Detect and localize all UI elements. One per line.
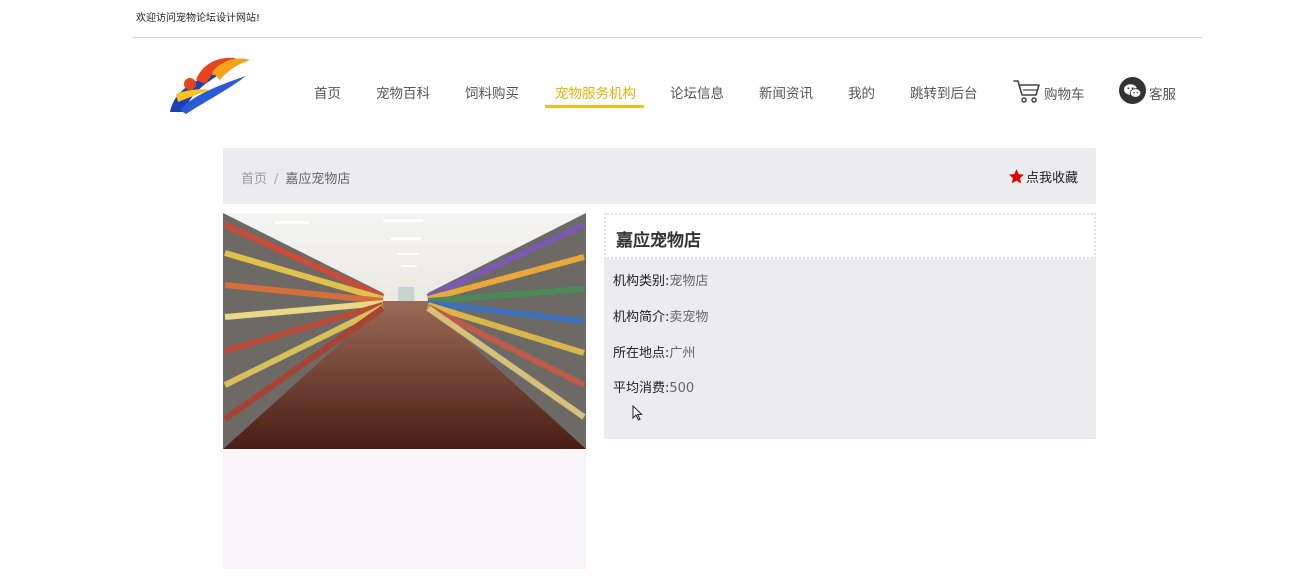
- info-row-intro: 机构简介:卖宠物: [613, 306, 708, 325]
- favorite-button[interactable]: 点我收藏: [1008, 167, 1078, 186]
- info-row-category: 机构类别:宠物店: [613, 270, 708, 289]
- store-info-panel: 机构类别:宠物店 机构简介:卖宠物 所在地点:广州 平均消费:500: [604, 259, 1096, 439]
- info-row-avg-cost: 平均消费:500: [613, 377, 694, 396]
- logo-icon: [170, 57, 250, 114]
- shopping-cart-icon: [1013, 80, 1040, 103]
- breadcrumb-home-link[interactable]: 首页: [241, 172, 267, 187]
- nav-item-pet-encyclopedia[interactable]: 宠物百科: [376, 82, 430, 102]
- nav-item-home[interactable]: 首页: [314, 82, 341, 102]
- nav-item-news[interactable]: 新闻资讯: [759, 82, 813, 102]
- service-label: 客服: [1149, 87, 1176, 103]
- nav-item-admin[interactable]: 跳转到后台: [910, 82, 978, 102]
- info-label: 所在地点:: [613, 346, 670, 361]
- star-icon: [1008, 169, 1025, 184]
- store-title-box: 嘉应宠物店: [604, 213, 1096, 259]
- info-value: 宠物店: [669, 274, 709, 289]
- info-label: 机构类别:: [613, 274, 670, 289]
- top-bar: 欢迎访问宠物论坛设计网站!: [133, 0, 1202, 38]
- breadcrumb-separator: /: [274, 172, 279, 187]
- cart-button[interactable]: 购物车: [1013, 78, 1085, 104]
- info-value: 500: [669, 381, 695, 396]
- breadcrumb-current: 嘉应宠物店: [285, 172, 351, 187]
- breadcrumb: 首页 / 嘉应宠物店: [241, 168, 350, 187]
- info-value: 卖宠物: [669, 310, 709, 325]
- mouse-cursor-icon: [632, 405, 643, 421]
- store-photo: [223, 213, 586, 449]
- breadcrumb-bar: 首页 / 嘉应宠物店 点我收藏: [223, 148, 1096, 204]
- image-panel: [223, 213, 586, 569]
- site-logo[interactable]: [166, 50, 254, 118]
- nav-item-pet-services[interactable]: 宠物服务机构: [555, 82, 636, 102]
- info-value: 广州: [669, 346, 696, 361]
- nav-item-mine[interactable]: 我的: [848, 82, 875, 102]
- customer-service-button[interactable]: 客服: [1119, 77, 1176, 104]
- active-nav-indicator: [545, 105, 644, 108]
- info-label: 机构简介:: [613, 310, 670, 325]
- favorite-label: 点我收藏: [1025, 171, 1078, 186]
- cart-label: 购物车: [1044, 87, 1085, 103]
- wechat-icon: [1119, 77, 1146, 104]
- info-row-location: 所在地点:广州: [613, 342, 695, 361]
- store-title: 嘉应宠物店: [616, 231, 701, 251]
- info-label: 平均消费:: [613, 381, 670, 396]
- welcome-text: 欢迎访问宠物论坛设计网站!: [136, 13, 261, 24]
- nav-item-feed-purchase[interactable]: 饲料购买: [465, 82, 519, 102]
- nav-item-forum[interactable]: 论坛信息: [670, 82, 724, 102]
